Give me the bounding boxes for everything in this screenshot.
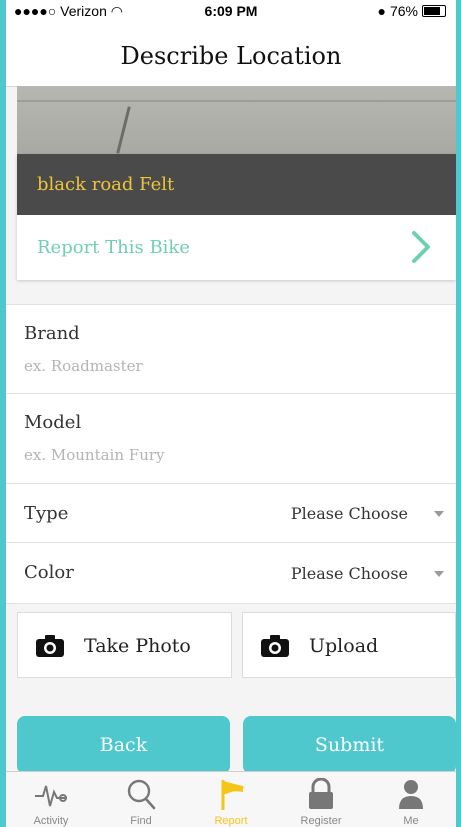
camera-icon	[36, 635, 64, 657]
type-select[interactable]: Type Please Choose	[6, 483, 456, 543]
tab-label: Register	[300, 815, 342, 827]
tab-label: Report	[214, 815, 248, 827]
battery-icon	[422, 5, 446, 17]
brand-input[interactable]: ex. Roadmaster	[24, 357, 143, 375]
page-title: Describe Location	[120, 42, 342, 70]
tab-register[interactable]: Register	[276, 772, 366, 827]
bike-photo	[17, 86, 456, 154]
chevron-right-icon	[412, 231, 430, 263]
alarm-icon: ●	[377, 3, 386, 19]
phone-screen: ●●●●○ Verizon ◠ 6:09 PM ● 76% Describe L…	[6, 0, 456, 827]
lock-icon	[309, 778, 333, 809]
tab-label: Me	[403, 815, 419, 827]
brand-field[interactable]: Brand ex. Roadmaster	[6, 304, 456, 394]
report-this-bike-link[interactable]: Report This Bike	[17, 215, 456, 280]
search-icon	[127, 779, 156, 810]
flag-icon	[221, 780, 245, 810]
navigation-bar: Describe Location	[6, 22, 456, 87]
color-select[interactable]: Color Please Choose	[6, 542, 456, 604]
status-bar: ●●●●○ Verizon ◠ 6:09 PM ● 76%	[6, 0, 456, 22]
model-field[interactable]: Model ex. Mountain Fury	[6, 393, 456, 484]
bike-name: black road Felt	[37, 174, 175, 195]
tab-me[interactable]: Me	[366, 772, 456, 827]
upload-button[interactable]: Upload	[242, 612, 456, 678]
tab-label: Activity	[33, 815, 69, 827]
tab-label: Find	[130, 815, 152, 827]
chevron-down-icon	[434, 571, 444, 577]
model-input[interactable]: ex. Mountain Fury	[24, 446, 165, 464]
back-button[interactable]: Back	[17, 716, 230, 774]
brand-label: Brand	[24, 323, 80, 344]
activity-icon	[35, 785, 67, 807]
submit-button[interactable]: Submit	[243, 716, 456, 774]
take-photo-label: Take Photo	[84, 635, 191, 657]
battery-percent: 76%	[389, 3, 418, 19]
battery-status: ● 76%	[377, 3, 446, 19]
camera-icon	[261, 635, 289, 657]
bike-card: black road Felt Report This Bike	[17, 154, 456, 280]
take-photo-button[interactable]: Take Photo	[17, 612, 232, 678]
bike-name-bar: black road Felt	[17, 154, 456, 215]
type-value: Please Choose	[290, 504, 408, 523]
tab-bar: Activity Find Report Register Me	[6, 771, 456, 827]
chevron-down-icon	[434, 511, 444, 517]
tab-find[interactable]: Find	[96, 772, 186, 827]
report-label: Report This Bike	[37, 237, 190, 258]
type-label: Type	[24, 503, 69, 524]
tab-report[interactable]: Report	[186, 772, 276, 827]
tab-activity[interactable]: Activity	[6, 772, 96, 827]
person-icon	[399, 780, 423, 809]
color-value: Please Choose	[290, 564, 408, 583]
upload-label: Upload	[309, 635, 379, 657]
model-label: Model	[24, 412, 82, 433]
color-label: Color	[24, 562, 74, 583]
